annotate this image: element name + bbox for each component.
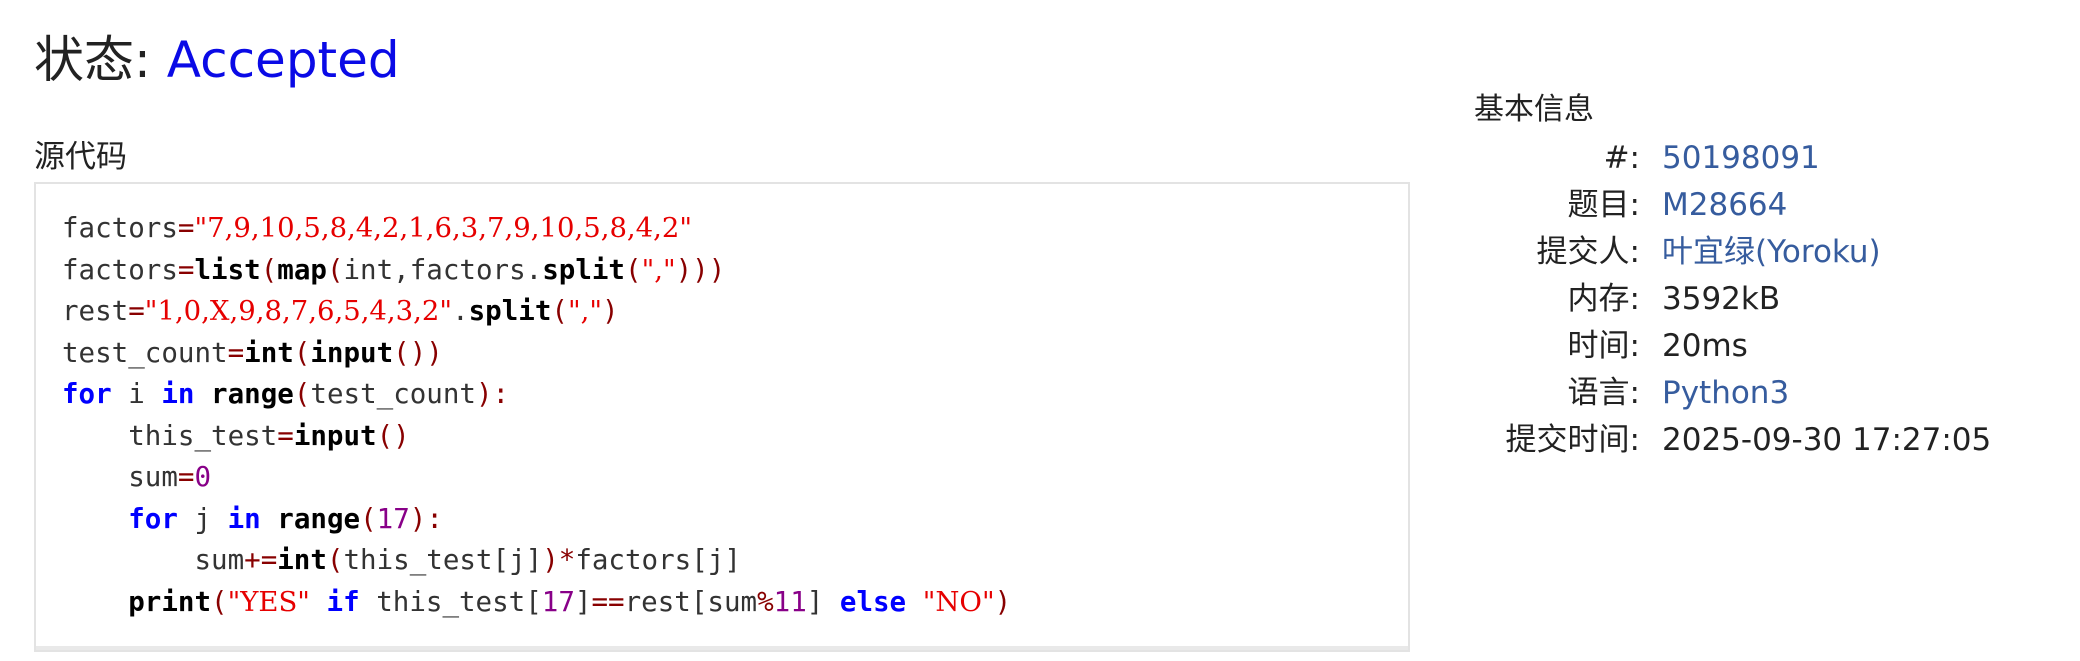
time-value: 20ms	[1662, 328, 1748, 364]
source-code-box: factors="7,9,10,5,8,4,2,1,6,3,7,9,10,5,8…	[34, 182, 1410, 652]
info-row-id: #: 50198091	[1474, 135, 2034, 182]
info-row-submitter: 提交人: 叶宜绿(Yoroku)	[1474, 229, 2034, 276]
info-key-submit-time: 提交时间:	[1505, 422, 1640, 458]
info-key-problem: 题目:	[1567, 187, 1640, 223]
info-key-time: 时间:	[1567, 328, 1640, 364]
status-heading: 状态: Accepted	[34, 28, 400, 92]
status-value: Accepted	[166, 31, 400, 89]
code-line: sum+=int(this_test[j])*factors[j]	[194, 544, 741, 576]
memory-value: 3592kB	[1662, 281, 1781, 317]
code-line: this_test=input()	[128, 419, 410, 452]
info-title: 基本信息	[1474, 92, 1594, 127]
info-row-language: 语言: Python3	[1474, 370, 2034, 417]
submit-time-value: 2025-09-30 17:27:05	[1662, 422, 1992, 458]
problem-link[interactable]: M28664	[1662, 182, 1787, 229]
info-key-submitter: 提交人:	[1536, 234, 1640, 270]
code-line: print("YES" if this_test[17]==rest[sum%1…	[128, 585, 1012, 618]
code-line: factors="7,9,10,5,8,4,2,1,6,3,7,9,10,5,8…	[62, 212, 693, 244]
source-code-label: 源代码	[34, 139, 127, 175]
status-label: 状态:	[34, 31, 167, 89]
code-line: sum=0	[128, 461, 212, 493]
info-table: #: 50198091 题目: M28664 提交人: 叶宜绿(Yoroku) …	[1474, 135, 2034, 464]
code-line: for i in range(test_count):	[62, 378, 510, 410]
code-line: for j in range(17):	[128, 502, 443, 535]
code-line: factors=list(map(int,factors.split(","))…	[62, 253, 726, 286]
info-key-language: 语言:	[1567, 375, 1640, 411]
submitter-link[interactable]: 叶宜绿(Yoroku)	[1662, 229, 1881, 276]
language-link[interactable]: Python3	[1662, 370, 1789, 417]
code-line: test_count=int(input())	[62, 336, 443, 369]
code-line: rest="1,0,X,9,8,7,6,5,4,3,2".split(",")	[62, 295, 619, 327]
info-key-id: #:	[1603, 140, 1640, 176]
info-row-submit-time: 提交时间: 2025-09-30 17:27:05	[1474, 417, 2034, 464]
info-row-time: 时间: 20ms	[1474, 323, 2034, 370]
info-row-problem: 题目: M28664	[1474, 182, 2034, 229]
submission-id-link[interactable]: 50198091	[1662, 135, 1820, 182]
info-key-memory: 内存:	[1567, 281, 1640, 317]
info-row-memory: 内存: 3592kB	[1474, 276, 2034, 323]
source-code: factors="7,9,10,5,8,4,2,1,6,3,7,9,10,5,8…	[62, 208, 1011, 623]
